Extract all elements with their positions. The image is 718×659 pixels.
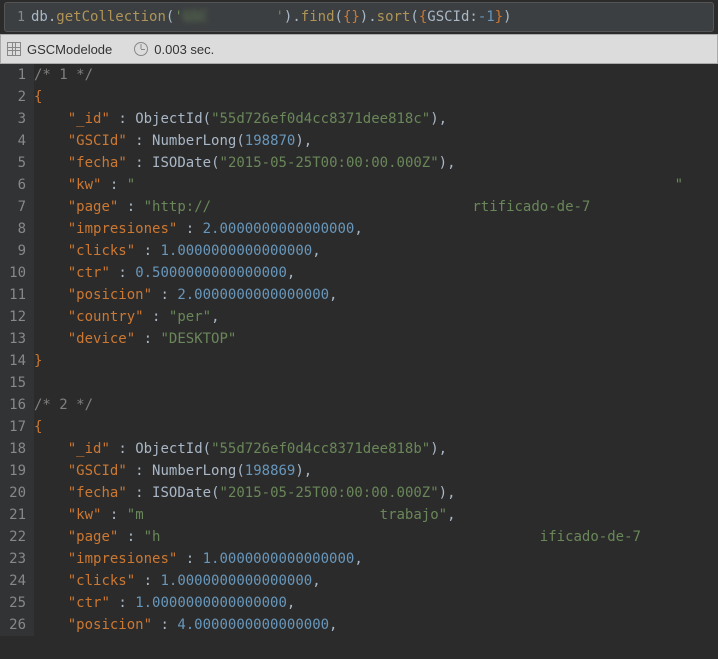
gutter-line: 4 [0,130,28,152]
gutter-line: 24 [0,570,28,592]
gutter-line: 25 [0,592,28,614]
gutter-line: 18 [0,438,28,460]
code-line: "kw" : " " [34,174,718,196]
gutter-line: 12 [0,306,28,328]
query-line-number: 1 [5,10,29,25]
code-line: { [34,416,718,438]
gutter-line: 8 [0,218,28,240]
gutter-line: 7 [0,196,28,218]
code-line [34,372,718,394]
comment: /* 1 */ [34,67,93,83]
code-line: } [34,350,718,372]
token-paren: ) [503,9,511,25]
gutter-line: 3 [0,108,28,130]
gutter: 1 2 3 4 5 6 7 8 9 10 11 12 13 14 15 16 1… [0,64,34,636]
token-db: db [31,9,48,25]
gutter-line: 20 [0,482,28,504]
token-getcollection: getCollection [56,9,166,25]
token-sort: sort [377,9,411,25]
gutter-line: 9 [0,240,28,262]
gutter-line: 10 [0,262,28,284]
token-dot: . [292,9,300,25]
code-line: "country" : "per", [34,306,718,328]
token-paren: ( [410,9,418,25]
token-quote: ' [275,9,283,25]
gutter-line: 23 [0,548,28,570]
token-brace: { [419,9,427,25]
code-line: "impresiones" : 2.0000000000000000, [34,218,718,240]
gutter-line: 15 [0,372,28,394]
gutter-line: 19 [0,460,28,482]
token-dot: . [368,9,376,25]
code-line: "ctr" : 1.0000000000000000, [34,592,718,614]
token-braces: {} [343,9,360,25]
token-sort-value: -1 [478,9,495,25]
gutter-line: 2 [0,86,28,108]
status-collection: GSCModelode [27,42,112,57]
code-area[interactable]: /* 1 */ { "_id" : ObjectId("55d726ef0d4c… [34,64,718,636]
result-editor[interactable]: 1 2 3 4 5 6 7 8 9 10 11 12 13 14 15 16 1… [0,64,718,636]
token-colon: : [469,9,477,25]
code-line: { [34,86,718,108]
brace: { [34,89,42,105]
code-line: "fecha" : ISODate("2015-05-25T00:00:00.0… [34,152,718,174]
token-paren: ( [335,9,343,25]
gutter-line: 26 [0,614,28,636]
gutter-line: 16 [0,394,28,416]
code-line: "impresiones" : 1.0000000000000000, [34,548,718,570]
token-collection-name: GSC [183,9,276,25]
gutter-line: 22 [0,526,28,548]
token-brace: } [495,9,503,25]
query-bar[interactable]: 1 db.getCollection('GSC ').find({}).sort… [4,2,714,32]
code-line: "ctr" : 0.5000000000000000, [34,262,718,284]
gutter-line: 5 [0,152,28,174]
token-paren: ) [360,9,368,25]
gutter-line: 14 [0,350,28,372]
gutter-line: 1 [0,64,28,86]
code-line: /* 1 */ [34,64,718,86]
code-line: "device" : "DESKTOP" [34,328,718,350]
grid-icon [7,42,21,56]
code-line: "clicks" : 1.0000000000000000, [34,570,718,592]
status-bar: GSCModelode 0.003 sec. [0,34,718,64]
code-line: "GSCId" : NumberLong(198869), [34,460,718,482]
code-line: /* 2 */ [34,394,718,416]
code-line: "fecha" : ISODate("2015-05-25T00:00:00.0… [34,482,718,504]
gutter-line: 21 [0,504,28,526]
gutter-line: 17 [0,416,28,438]
token-find: find [301,9,335,25]
query-input[interactable]: db.getCollection('GSC ').find({}).sort({… [29,5,713,29]
code-line: "kw" : "m trabajo", [34,504,718,526]
gutter-line: 13 [0,328,28,350]
code-line: "clicks" : 1.0000000000000000, [34,240,718,262]
clock-icon [134,42,148,56]
code-line: "page" : "h ificado-de-7 [34,526,718,548]
code-line: "_id" : ObjectId("55d726ef0d4cc8371dee81… [34,438,718,460]
token-quote: ' [174,9,182,25]
code-line: "posicion" : 4.0000000000000000, [34,614,718,636]
token-sort-key: GSCId [427,9,469,25]
code-line: "page" : "http:// rtificado-de-7 [34,196,718,218]
code-line: "_id" : ObjectId("55d726ef0d4cc8371dee81… [34,108,718,130]
code-line: "posicion" : 2.0000000000000000, [34,284,718,306]
status-time: 0.003 sec. [154,42,214,57]
code-line: "GSCId" : NumberLong(198870), [34,130,718,152]
gutter-line: 11 [0,284,28,306]
gutter-line: 6 [0,174,28,196]
